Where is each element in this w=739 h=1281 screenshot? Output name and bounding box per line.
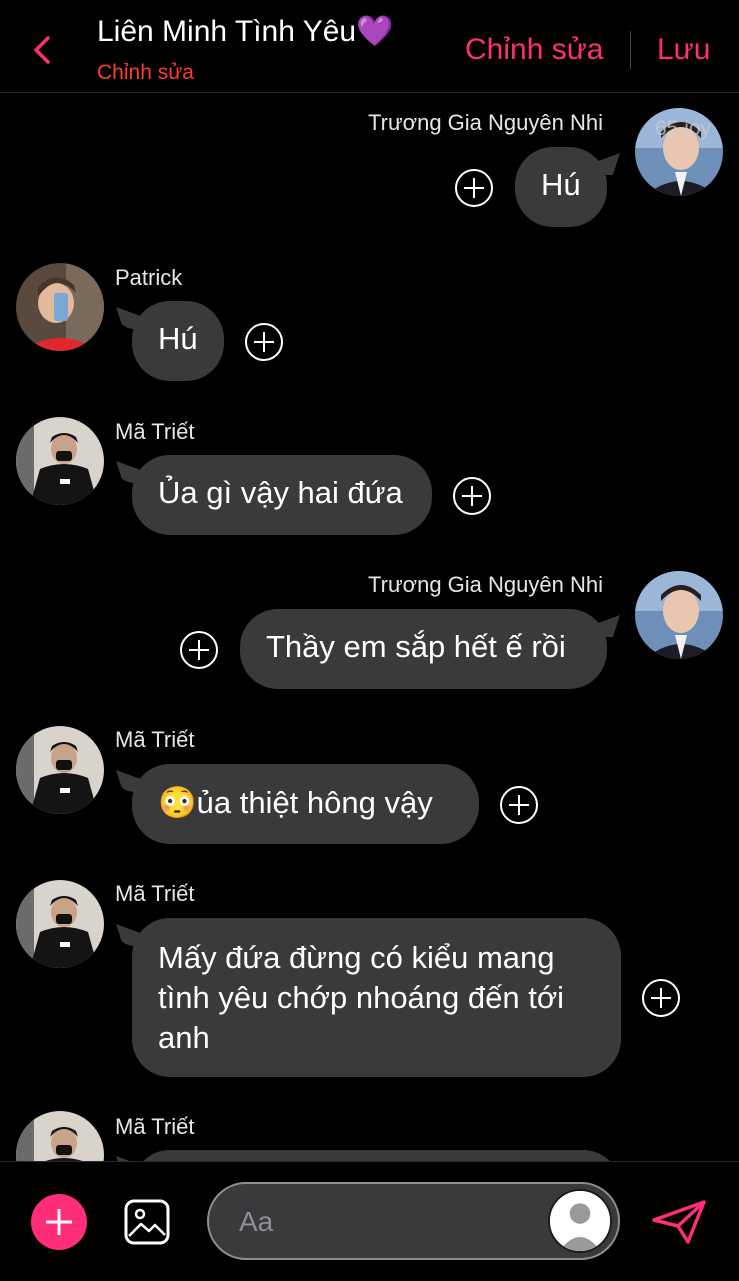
sender-name: Trương Gia Nguyên Nhi [368, 572, 603, 597]
message-text: Hú [541, 167, 581, 202]
watermark-text: 65 joy [655, 117, 712, 140]
header-divider [630, 31, 631, 69]
message-list[interactable]: Trương Gia Nguyên Nhi Hú Patrick Hú Mã T… [0, 93, 739, 1161]
add-reaction-button[interactable] [642, 979, 680, 1017]
add-reaction-button[interactable] [455, 169, 493, 207]
message-text: Ủa gì vậy hai đứa [158, 475, 403, 510]
save-button[interactable]: Lưu [657, 33, 710, 67]
message-bubble[interactable]: Ủa gì vậy hai đứa [132, 455, 432, 535]
back-chevron-icon[interactable] [28, 30, 58, 70]
avatar-ma-triet-icon[interactable] [16, 1111, 104, 1161]
add-reaction-button[interactable] [245, 323, 283, 361]
avatar-ma-triet-icon[interactable] [16, 417, 104, 505]
message-text: ủa thiệt hông vậy [196, 785, 433, 820]
sender-name: Trương Gia Nguyên Nhi [368, 110, 603, 135]
message-line: tình yêu chớp nhoáng đến tới [158, 980, 565, 1015]
message-input[interactable]: Aa [207, 1182, 620, 1260]
message-input-placeholder: Aa [239, 1206, 274, 1237]
message-bubble[interactable]: Thầy em sắp hết ế rồi [240, 609, 607, 689]
avatar-patrick-icon[interactable] [16, 263, 104, 351]
composer-bar: Aa [0, 1161, 739, 1281]
message-bubble[interactable]: Mấy đứa đừng có kiểu mang tình yêu chớp … [132, 918, 621, 1077]
flushed-emoji: 😳 [158, 785, 197, 820]
sender-name: Mã Triết [115, 727, 195, 752]
sender-name: Mã Triết [115, 881, 195, 906]
message-text: Hú [158, 321, 198, 356]
avatar-nhi-icon[interactable] [635, 571, 723, 659]
sender-name: Mã Triết [115, 1114, 195, 1139]
chat-header: Liên Minh Tình Yêu💜 Chỉnh sửa Chỉnh sửa … [0, 0, 739, 93]
edit-button[interactable]: Chỉnh sửa [465, 33, 604, 67]
image-icon[interactable] [123, 1198, 171, 1246]
message-content: 😳ủa thiệt hông vậy [132, 764, 479, 821]
sender-name: Patrick [115, 265, 183, 290]
chat-title: Liên Minh Tình Yêu💜 [97, 15, 394, 48]
add-reaction-button[interactable] [453, 477, 491, 515]
message-bubble[interactable]: Hú [132, 301, 224, 381]
avatar-ma-triet-icon[interactable] [16, 726, 104, 814]
plus-icon[interactable] [31, 1194, 87, 1250]
avatar-ma-triet-icon[interactable] [16, 880, 104, 968]
send-icon[interactable] [650, 1198, 708, 1246]
message-line: Mấy đứa đừng có kiểu mang [158, 940, 555, 975]
add-reaction-button[interactable] [180, 631, 218, 669]
chat-subtitle[interactable]: Chỉnh sửa [97, 61, 194, 85]
message-bubble[interactable]: 😳ủa thiệt hông vậy [132, 764, 479, 844]
message-line: anh [158, 1020, 210, 1055]
user-avatar-icon[interactable] [548, 1189, 612, 1253]
add-reaction-button[interactable] [500, 786, 538, 824]
message-bubble[interactable]: Hú [515, 147, 607, 227]
message-text: Thầy em sắp hết ế rồi [266, 629, 566, 664]
sender-name: Mã Triết [115, 419, 195, 444]
message-bubble[interactable] [132, 1150, 621, 1161]
